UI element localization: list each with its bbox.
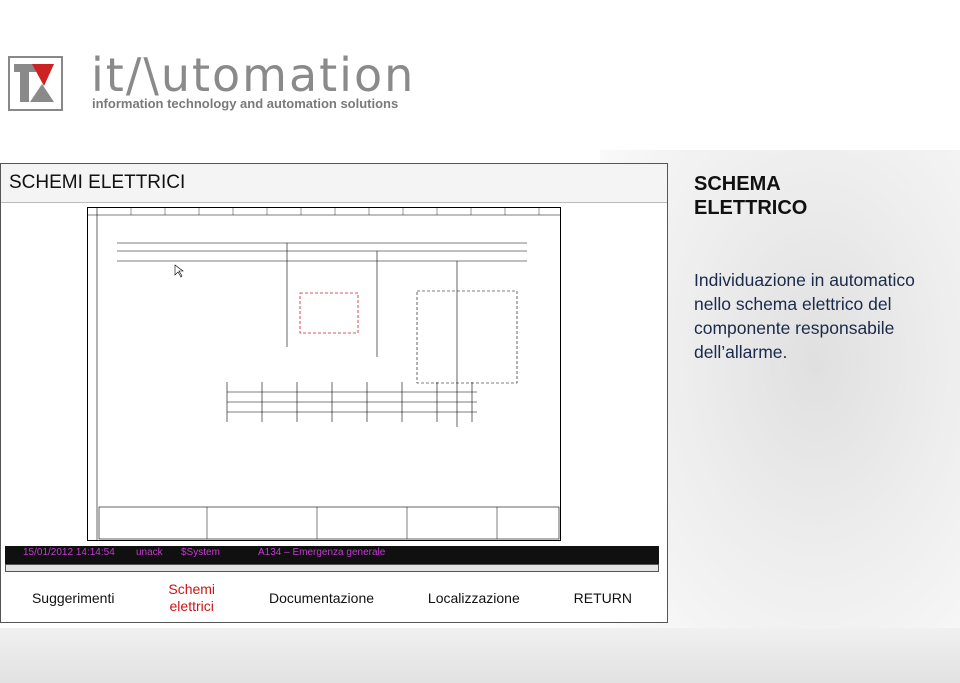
nav-schemi-line1: Schemi	[168, 581, 216, 597]
panel-header: SCHEMI ELETTRICI	[1, 164, 667, 203]
nav-schemi-elettrici-button[interactable]: Schemi elettrici	[168, 581, 215, 615]
sidebar-title: SCHEMA ELETTRICO	[694, 173, 808, 219]
alarm-message: A134 – Emergenza generale	[258, 547, 386, 558]
footer-band	[0, 628, 960, 683]
panel-title: SCHEMI ELETTRICI	[9, 172, 186, 193]
alarm-state: unack	[136, 547, 163, 558]
electrical-schematic[interactable]	[87, 207, 561, 541]
alarm-scrollbar[interactable]	[5, 564, 659, 572]
company-logo: it/\utomation information technology and…	[8, 48, 463, 116]
nav-suggerimenti-button[interactable]: Suggerimenti	[32, 590, 115, 607]
sidebar-description: Individuazione in automatico nello schem…	[694, 270, 915, 362]
nav-return-button[interactable]: RETURN	[574, 590, 632, 607]
alarm-source: $System	[181, 547, 220, 558]
scada-panel: SCHEMI ELETTRICI 15/01/2012 14:14:54 una…	[0, 163, 668, 623]
description-sidebar: SCHEMA ELETTRICO Individuazione in autom…	[694, 172, 954, 364]
alarm-row[interactable]: 15/01/2012 14:14:54 unack $System A134 –…	[5, 547, 659, 561]
logo-mark-icon	[8, 56, 63, 111]
nav-schemi-line2: elettrici	[169, 598, 214, 614]
bottom-navigation: Suggerimenti Schemi elettrici Documentaz…	[5, 576, 659, 620]
alarm-timestamp: 15/01/2012 14:14:54	[23, 547, 115, 558]
logo-tagline: information technology and automation so…	[92, 96, 399, 111]
nav-localizzazione-button[interactable]: Localizzazione	[428, 590, 520, 607]
logo-wordmark: it/\utomation	[91, 48, 416, 102]
nav-documentazione-button[interactable]: Documentazione	[269, 590, 374, 607]
alarm-bar[interactable]: 15/01/2012 14:14:54 unack $System A134 –…	[5, 546, 659, 564]
